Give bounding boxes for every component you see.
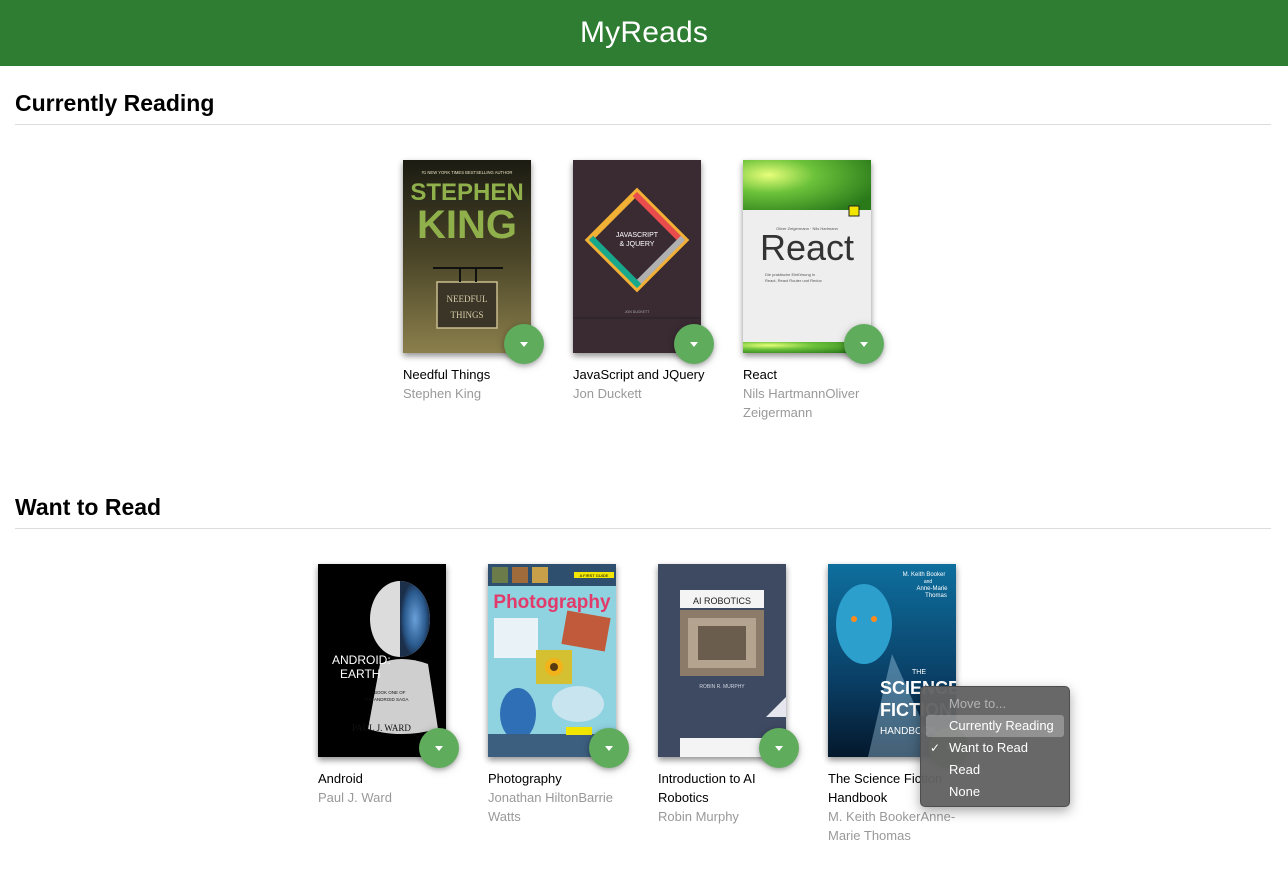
svg-text:A FIRST GUIDE: A FIRST GUIDE <box>580 573 609 578</box>
svg-text:#1 NEW YORK TIMES BESTSELLING: #1 NEW YORK TIMES BESTSELLING AUTHOR <box>422 170 513 175</box>
svg-text:Photography: Photography <box>493 592 611 613</box>
shelf-changer-button[interactable] <box>844 324 884 364</box>
book-title: Photography <box>488 771 562 786</box>
svg-text:BOOK ONE OF: BOOK ONE OF <box>374 690 406 695</box>
svg-text:ANDROID:: ANDROID: <box>332 653 391 667</box>
book-authors: Jonathan HiltonBarrie Watts <box>488 790 614 824</box>
svg-text:THE: THE <box>912 669 926 676</box>
svg-text:ROBIN R. MURPHY: ROBIN R. MURPHY <box>699 684 745 690</box>
shelf-select-menu[interactable]: Move to... Currently Reading ✓ Want to Re… <box>920 686 1070 807</box>
app-title: MyReads <box>579 16 709 49</box>
svg-text:STEPHEN: STEPHEN <box>410 179 523 206</box>
menu-option-currently-reading[interactable]: Currently Reading <box>926 715 1064 737</box>
menu-option-label: Want to Read <box>949 740 1029 755</box>
shelf-changer-button[interactable] <box>504 324 544 364</box>
svg-text:AI ROBOTICS: AI ROBOTICS <box>693 596 751 606</box>
book-authors: M. Keith BookerAnne-Marie Thomas <box>828 809 956 843</box>
svg-text:KING: KING <box>417 203 517 247</box>
svg-text:and: and <box>924 579 933 585</box>
menu-option-label: Read <box>949 762 981 777</box>
svg-text:EARTH: EARTH <box>340 667 380 681</box>
svg-text:JAVASCRIPT: JAVASCRIPT <box>616 232 659 239</box>
book-title: Needful Things <box>403 367 491 382</box>
book-cover: Oliver Zeigermann · Nils Hartmann React … <box>743 160 871 353</box>
svg-text:React, React Router und Redux: React, React Router und Redux <box>765 278 822 283</box>
svg-text:JON DUCKETT: JON DUCKETT <box>625 310 650 314</box>
chevron-down-icon <box>860 342 868 347</box>
shelf-want-to-read: Want to Read <box>15 494 1271 529</box>
checkmark-icon: ✓ <box>930 741 941 755</box>
book-authors: Nils HartmannOliver Zeigermann <box>743 386 860 420</box>
svg-text:Thomas: Thomas <box>925 593 947 599</box>
book-cover: AI ROBOTICS ROBIN R. MURPHY <box>658 564 786 757</box>
svg-text:Die praktische Einführung in: Die praktische Einführung in <box>765 272 815 277</box>
book-authors: Jon Duckett <box>573 386 642 401</box>
chevron-down-icon <box>605 746 613 751</box>
shelf-changer-button[interactable] <box>589 728 629 768</box>
book-title: React <box>743 367 777 382</box>
menu-option-want-to-read[interactable]: ✓ Want to Read <box>926 737 1064 759</box>
shelf-changer-button[interactable] <box>674 324 714 364</box>
svg-text:& JQUERY: & JQUERY <box>620 241 655 248</box>
shelf-title: Want to Read <box>15 494 1271 529</box>
book-cover: JAVASCRIPT & JQUERY JON DUCKETT <box>573 160 701 353</box>
book-cover: A FIRST GUIDE Photography <box>488 564 616 757</box>
svg-text:THE ANDROID SAGA: THE ANDROID SAGA <box>364 697 409 702</box>
book-title: JavaScript and JQuery <box>573 367 705 382</box>
book-authors: Stephen King <box>403 386 482 401</box>
chevron-down-icon <box>520 342 528 347</box>
shelf-changer-button[interactable] <box>419 728 459 768</box>
book-cover: #1 NEW YORK TIMES BESTSELLING AUTHOR STE… <box>403 160 531 353</box>
book-authors: Paul J. Ward <box>318 790 392 805</box>
chevron-down-icon <box>435 746 443 751</box>
menu-option-none[interactable]: None <box>926 781 1064 803</box>
book-cover: ANDROID: EARTH BOOK ONE OF THE ANDROID S… <box>318 564 446 757</box>
menu-option-label: Currently Reading <box>949 718 1054 733</box>
book-authors: Robin Murphy <box>658 809 739 824</box>
shelf-currently-reading: Currently Reading <box>15 90 1271 125</box>
shelf-changer-button[interactable] <box>759 728 799 768</box>
book-title: Introduction to AI Robotics <box>658 771 756 805</box>
svg-text:Anne-Marie: Anne-Marie <box>916 586 948 592</box>
svg-text:THINGS: THINGS <box>451 310 484 320</box>
chevron-down-icon <box>775 746 783 751</box>
svg-text:PAUL J. WARD: PAUL J. WARD <box>352 723 411 733</box>
app-header: MyReads <box>0 0 1288 66</box>
menu-header-move-to: Move to... <box>949 696 1007 711</box>
book-title: Android <box>318 771 363 786</box>
menu-option-label: None <box>949 784 981 799</box>
shelf-title: Currently Reading <box>15 90 1271 125</box>
menu-option-read[interactable]: Read <box>926 759 1064 781</box>
chevron-down-icon <box>690 342 698 347</box>
svg-text:NEEDFUL: NEEDFUL <box>447 294 488 304</box>
svg-text:React: React <box>760 227 854 268</box>
svg-text:M. Keith Booker: M. Keith Booker <box>903 572 946 578</box>
